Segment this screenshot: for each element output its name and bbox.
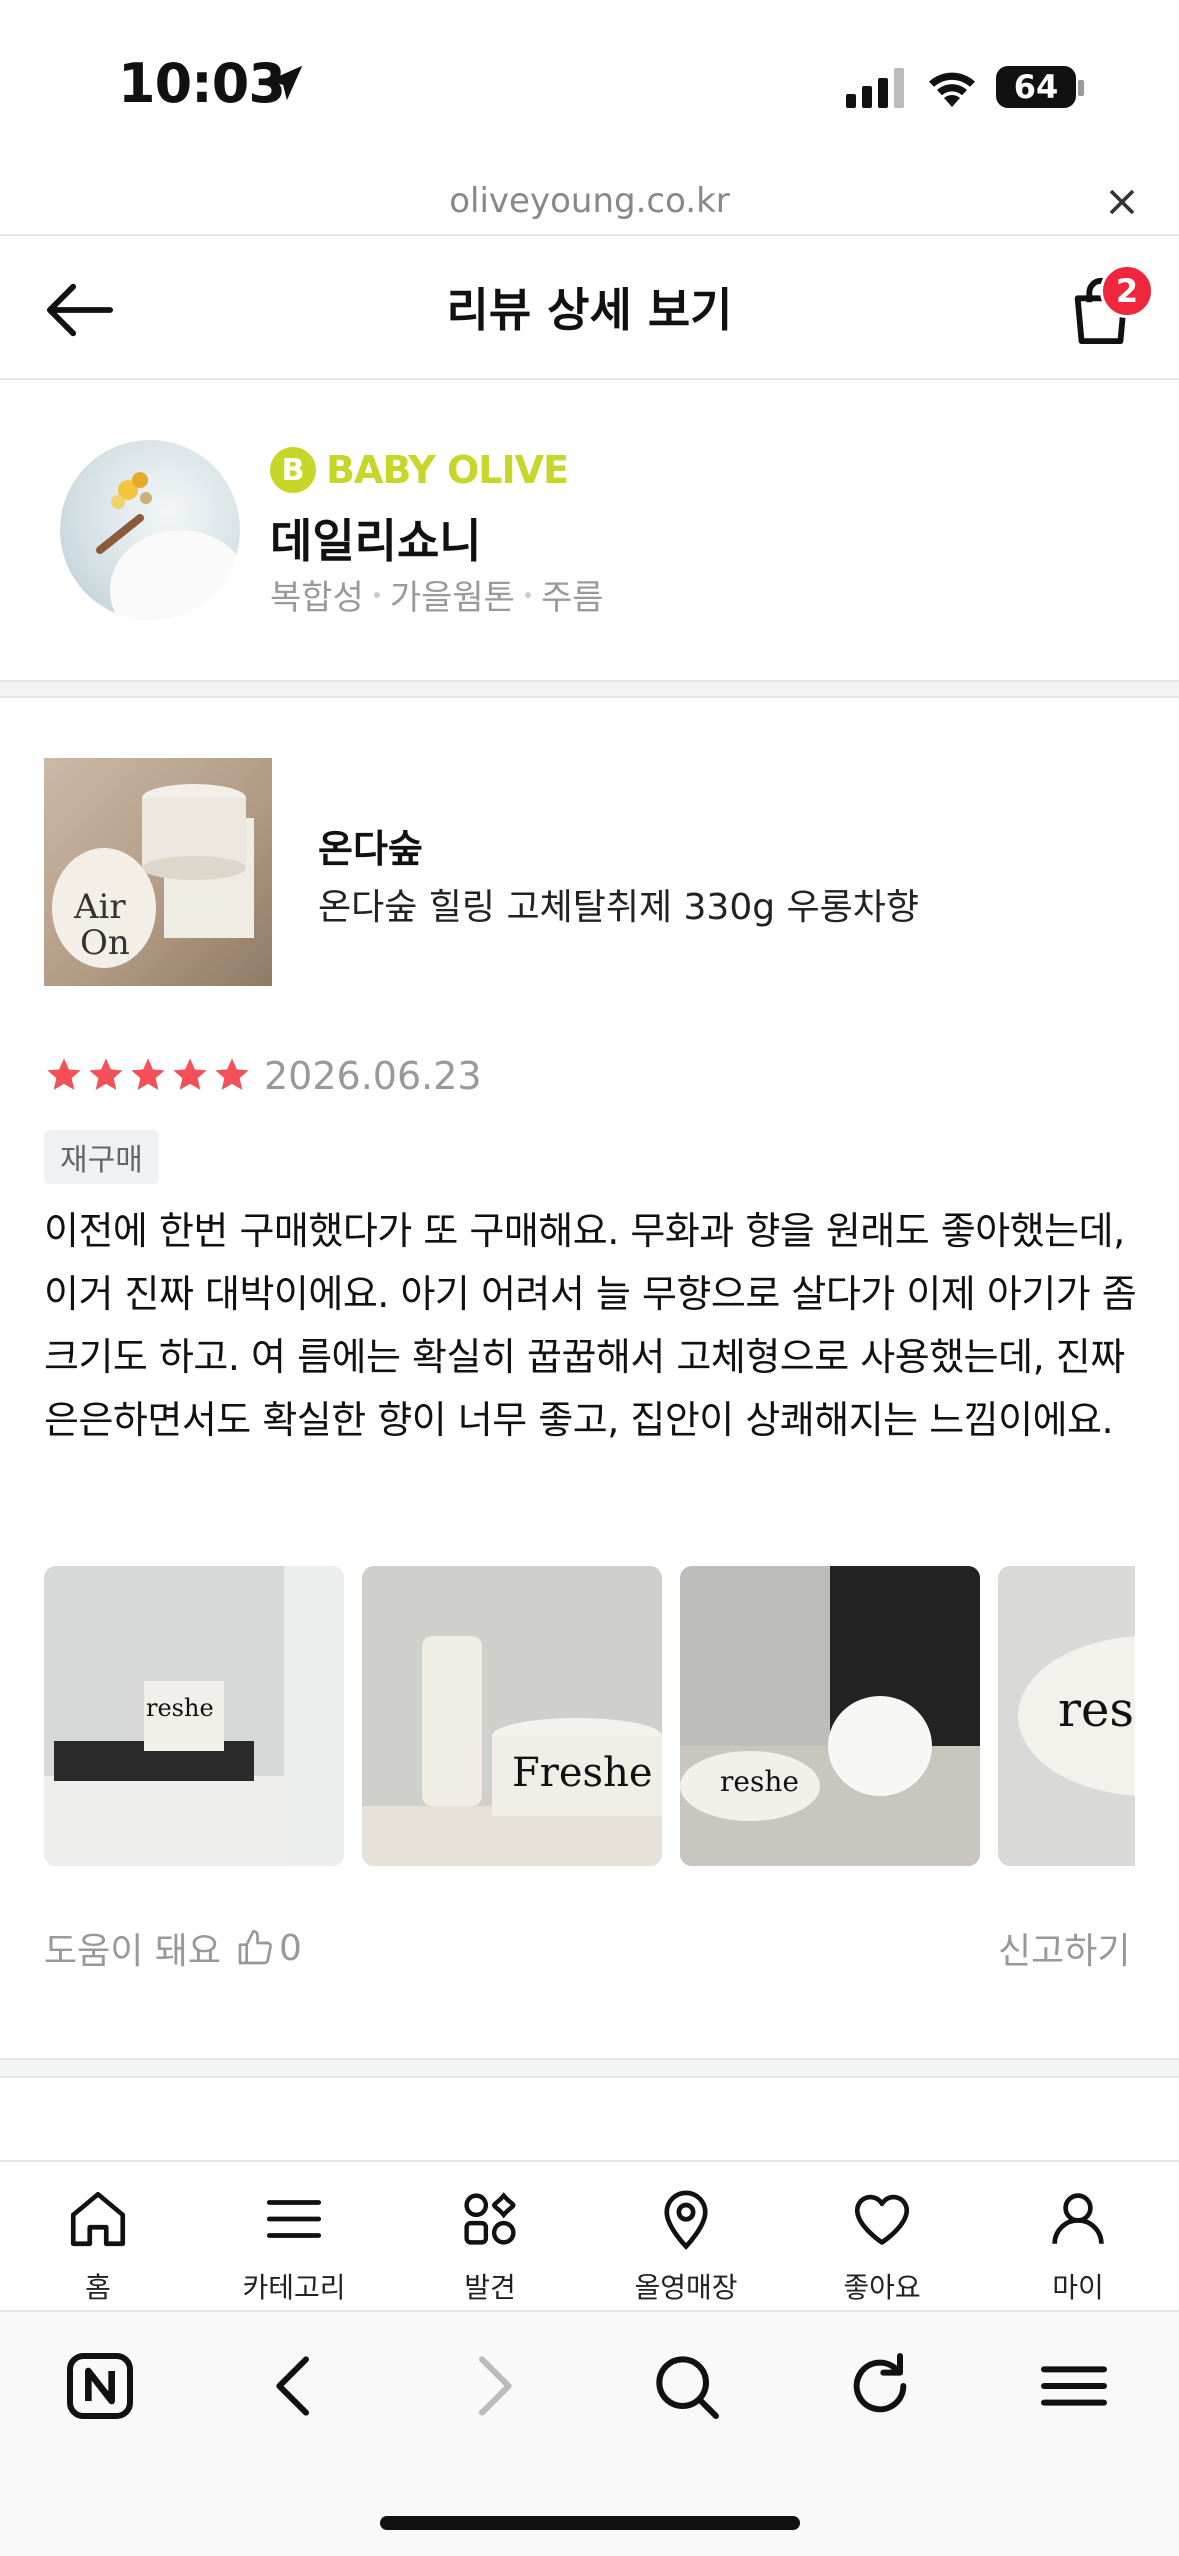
browser-back-icon[interactable] xyxy=(256,2346,336,2426)
location-arrow-icon xyxy=(267,65,303,101)
product-image[interactable]: Air On xyxy=(44,758,272,986)
member-grade: B BABY OLIVE xyxy=(270,445,569,495)
tab-label: 올영매장 xyxy=(634,2271,738,2304)
section-divider xyxy=(0,2058,1179,2078)
browser-menu-icon[interactable] xyxy=(1034,2346,1114,2426)
star-icon xyxy=(131,1058,165,1090)
svg-text:On: On xyxy=(80,923,130,963)
avatar-image xyxy=(96,472,240,620)
page-title: 리뷰 상세 보기 xyxy=(446,283,733,337)
battery-tip xyxy=(1078,80,1084,96)
back-arrow-icon[interactable] xyxy=(44,280,114,340)
review-photo-image: reshe xyxy=(680,1566,980,1866)
skin-type: 복합성 xyxy=(270,578,364,618)
divider xyxy=(0,378,1179,380)
svg-text:Freshe: Freshe xyxy=(512,1750,653,1796)
review-photo[interactable]: reshe xyxy=(44,1566,344,1866)
repurchase-tag: 재구매 xyxy=(44,1130,159,1184)
battery-indicator: 64 xyxy=(996,66,1076,108)
review-date: 2026.06.23 xyxy=(264,1054,482,1098)
svg-text:reshe: reshe xyxy=(146,1694,214,1722)
browser-url[interactable]: oliveyoung.co.kr xyxy=(0,175,1179,227)
naver-home-icon[interactable] xyxy=(60,2346,140,2426)
skin-concern: 주름 xyxy=(540,578,604,618)
tab-home[interactable]: 홈 xyxy=(0,2172,196,2312)
heart-icon xyxy=(854,2194,910,2245)
review-text: 이전에 한번 구매했다가 또 구매해요. 무화과 향을 원래도 좋아했는데, 이… xyxy=(44,1209,1137,1442)
home-icon xyxy=(70,2191,126,2247)
person-icon xyxy=(1052,2193,1104,2244)
avatar[interactable] xyxy=(60,440,240,620)
star-icon xyxy=(173,1058,207,1090)
skin-tone: 가을웜톤 xyxy=(389,578,515,618)
wifi-icon xyxy=(929,72,975,107)
search-icon[interactable] xyxy=(646,2346,726,2426)
refresh-icon[interactable] xyxy=(840,2346,920,2426)
discover-icon xyxy=(464,2192,516,2245)
tab-discover[interactable]: 발견 xyxy=(392,2172,588,2312)
grade-label: BABY OLIVE xyxy=(326,448,569,492)
svg-text:Air: Air xyxy=(73,887,126,927)
review-photos[interactable]: reshe Freshe reshe resh xyxy=(44,1566,1135,1866)
section-divider xyxy=(0,680,1179,698)
star-icon xyxy=(215,1058,249,1090)
star-icon xyxy=(47,1058,81,1090)
review-photo[interactable]: resh xyxy=(998,1566,1135,1866)
review-photo[interactable]: reshe xyxy=(680,1566,980,1866)
tab-label: 홈 xyxy=(85,2271,111,2304)
location-icon xyxy=(664,2190,708,2250)
browser-forward-icon[interactable] xyxy=(452,2346,532,2426)
tab-label: 마이 xyxy=(1052,2271,1104,2304)
tab-my[interactable]: 마이 xyxy=(980,2172,1176,2312)
review-photo[interactable]: Freshe xyxy=(362,1566,662,1866)
cellular-signal-icon xyxy=(846,68,904,108)
thumbs-up-icon xyxy=(238,1930,272,1965)
product-photo: Air On xyxy=(52,784,254,968)
helpful-count: 0 xyxy=(279,1927,302,1969)
grade-badge-icon: B xyxy=(270,447,316,493)
helpful-label: 도움이 돼요 xyxy=(44,1931,222,1972)
menu-icon xyxy=(266,2200,322,2238)
svg-text:reshe: reshe xyxy=(720,1765,799,1798)
rating-stars xyxy=(44,1055,252,1095)
reviewer-nickname[interactable]: 데일리쇼니 xyxy=(270,505,482,571)
star-icon xyxy=(89,1058,123,1090)
svg-text:resh: resh xyxy=(1058,1682,1135,1738)
status-time: 10:03 xyxy=(118,52,286,115)
close-icon[interactable] xyxy=(1100,180,1144,224)
helpful-button[interactable]: 도움이 돼요 0 xyxy=(44,1922,302,1974)
product-brand[interactable]: 온다숲 xyxy=(318,818,423,873)
home-indicator xyxy=(380,2516,800,2530)
tab-likes[interactable]: 좋아요 xyxy=(784,2172,980,2312)
divider xyxy=(0,234,1179,236)
review-photo-image: reshe xyxy=(44,1566,344,1866)
tab-category[interactable]: 카테고리 xyxy=(196,2172,392,2312)
bottom-tab-bar: 홈 카테고리 발견 올영매장 좋아요 마이 xyxy=(0,2160,1179,2310)
product-name[interactable]: 온다숲 힐링 고체탈취제 330g 우롱차향 xyxy=(318,878,919,930)
tab-label: 좋아요 xyxy=(843,2271,921,2304)
review-photo-image: resh xyxy=(998,1566,1135,1866)
tab-label: 카테고리 xyxy=(242,2271,346,2304)
skin-info: 복합성 가을웜톤 주름 xyxy=(270,570,604,619)
review-photo-image: Freshe xyxy=(362,1566,662,1866)
cart-count-badge: 2 xyxy=(1100,264,1154,318)
report-button[interactable]: 신고하기 xyxy=(998,1922,1130,1974)
tab-label: 발견 xyxy=(464,2271,516,2304)
tab-stores[interactable]: 올영매장 xyxy=(588,2172,784,2312)
